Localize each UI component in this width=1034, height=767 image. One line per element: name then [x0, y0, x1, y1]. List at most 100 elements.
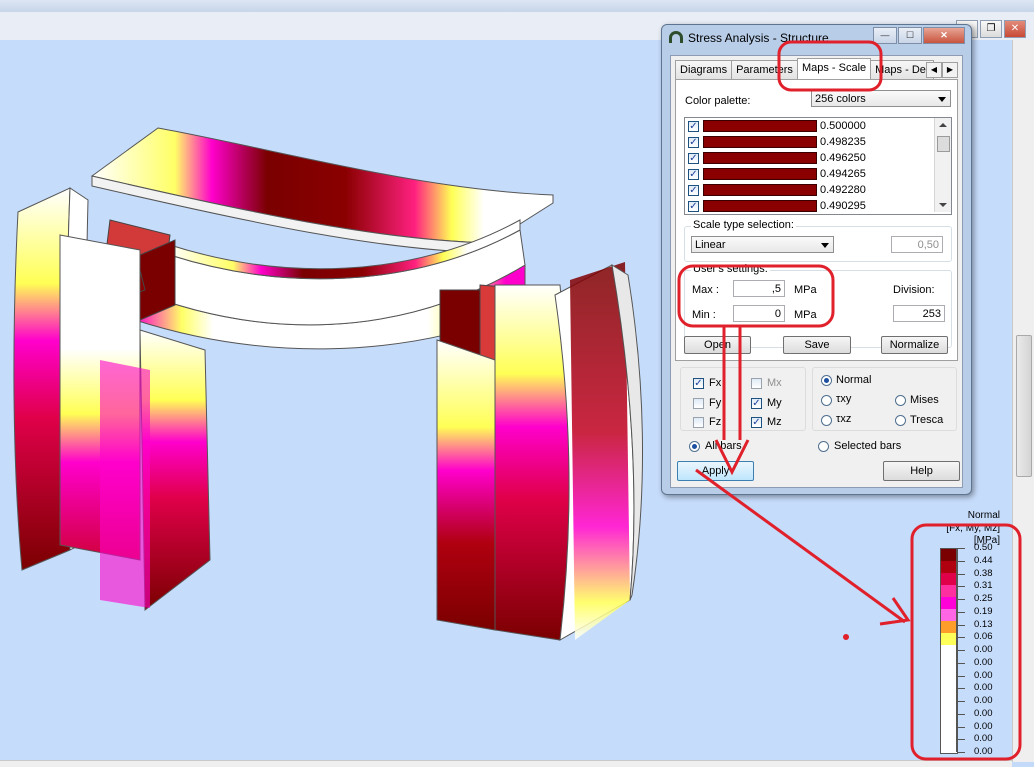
scrollbar-thumb[interactable] [1016, 335, 1032, 477]
legend-value: 0.06 [974, 631, 993, 643]
mz-label: Mz [767, 416, 782, 428]
palette-row[interactable]: ✓ 0.494265 [687, 167, 932, 182]
mx-checkbox[interactable]: ✓ [751, 378, 762, 389]
palette-scrollbar[interactable] [934, 118, 951, 212]
scroll-down-icon[interactable] [939, 203, 947, 207]
legend-value: 0.38 [974, 567, 993, 579]
fz-checkbox[interactable]: ✓ [693, 417, 704, 428]
tab-diagrams[interactable]: Diagrams [675, 60, 733, 79]
open-button[interactable]: Open [684, 336, 751, 354]
legend-value: 0.00 [974, 746, 993, 757]
tresca-label: Tresca [910, 414, 944, 426]
normalize-button[interactable]: Normalize [881, 336, 948, 354]
mises-radio[interactable] [895, 395, 906, 406]
division-label: Division: [893, 284, 935, 296]
txy-radio[interactable] [821, 395, 832, 406]
tab-parameters[interactable]: Parameters [731, 60, 798, 79]
scale-factor-input[interactable]: 0,50 [891, 236, 943, 253]
scrollbar-thumb[interactable] [937, 136, 950, 152]
palette-swatch[interactable] [703, 200, 817, 212]
legend-title: Normal [967, 510, 1000, 521]
selected-bars-radio[interactable] [818, 441, 829, 452]
palette-swatch[interactable] [703, 152, 817, 164]
minimize-icon[interactable]: — [873, 27, 897, 44]
mx-label: Mx [767, 377, 782, 389]
scale-type-group: Scale type selection: Linear 0,50 [684, 219, 952, 262]
max-input[interactable]: ,5 [733, 280, 785, 297]
txz-radio[interactable] [821, 415, 832, 426]
dialog-body: Diagrams Parameters Maps - Scale Maps - … [670, 55, 963, 488]
tab-left-arrow-icon[interactable]: ◀ [926, 62, 942, 78]
min-input[interactable]: 0 [733, 305, 785, 322]
tab-right-arrow-icon[interactable]: ▶ [942, 62, 958, 78]
legend-tick [957, 548, 965, 549]
palette-swatch[interactable] [703, 120, 817, 132]
palette-swatch[interactable] [703, 184, 817, 196]
legend-tick [957, 573, 965, 575]
legend-value: 0.00 [974, 707, 993, 719]
fx-checkbox[interactable]: ✓ [693, 378, 704, 389]
color-palette-list[interactable]: ✓ 0.500000 ✓ 0.498235 ✓ 0.496250 ✓ 0.494… [684, 117, 952, 215]
max-label: Max : [692, 284, 719, 296]
legend-tick [957, 611, 965, 613]
palette-row[interactable]: ✓ 0.498235 [687, 135, 932, 150]
tab-maps-scale[interactable]: Maps - Scale [796, 58, 872, 79]
txz-label: τxz [836, 413, 852, 425]
palette-row[interactable]: ✓ 0.492280 [687, 183, 932, 198]
maximize-icon[interactable]: ☐ [898, 27, 922, 44]
scroll-up-icon[interactable] [939, 123, 947, 127]
legend-value: 0.00 [974, 682, 993, 694]
division-input[interactable]: 253 [893, 305, 945, 322]
close-icon[interactable]: ✕ [1004, 20, 1026, 38]
apply-button[interactable]: Apply [677, 461, 754, 481]
fx-label: Fx [709, 377, 722, 389]
save-button[interactable]: Save [783, 336, 851, 354]
palette-row-checkbox[interactable]: ✓ [688, 185, 699, 196]
legend-value: 0.19 [974, 605, 993, 617]
palette-row[interactable]: ✓ 0.490295 [687, 199, 932, 214]
palette-row[interactable]: ✓ 0.500000 [687, 119, 932, 134]
legend-tick [957, 624, 965, 626]
legend-value: 0.00 [974, 720, 993, 732]
viewport-vertical-scrollbar[interactable] [1012, 40, 1034, 762]
palette-row[interactable]: ✓ 0.496250 [687, 151, 932, 166]
normal-label: Normal [836, 374, 872, 386]
legend-tick [957, 688, 965, 690]
mz-checkbox[interactable]: ✓ [751, 417, 762, 428]
close-icon[interactable]: ✕ [923, 27, 965, 44]
fy-checkbox[interactable]: ✓ [693, 398, 704, 409]
scale-type-select[interactable]: Linear [691, 236, 834, 253]
legend-value: 0.00 [974, 733, 993, 745]
all-bars-label: All bars [705, 440, 742, 452]
normal-radio[interactable] [821, 375, 832, 386]
legend-tick [957, 637, 965, 639]
min-label: Min : [692, 309, 716, 321]
palette-swatch[interactable] [703, 168, 817, 180]
stress-analysis-dialog: Stress Analysis - Structure — ☐ ✕ Diagra… [661, 24, 972, 495]
palette-swatch[interactable] [703, 136, 817, 148]
palette-row-checkbox[interactable]: ✓ [688, 121, 699, 132]
result-options: ✓ Fx ✓ Fy ✓ Fz ✓ Mx ✓ My ✓ Mz Normal τxy… [675, 361, 960, 483]
palette-row-checkbox[interactable]: ✓ [688, 137, 699, 148]
all-bars-radio[interactable] [689, 441, 700, 452]
legend-tick [957, 675, 965, 677]
my-label: My [767, 397, 782, 409]
palette-row-checkbox[interactable]: ✓ [688, 153, 699, 164]
color-palette-value: 256 colors [815, 93, 866, 105]
palette-row-checkbox[interactable]: ✓ [688, 201, 699, 212]
fy-label: Fy [709, 397, 722, 409]
dialog-controls: — ☐ ✕ [873, 27, 965, 44]
palette-row-checkbox[interactable]: ✓ [688, 169, 699, 180]
tab-maps-def[interactable]: Maps - Def [870, 60, 934, 79]
color-palette-select[interactable]: 256 colors [811, 90, 951, 107]
stress-legend: Normal [Fx, My, Mz] [MPa] 0.50 0.44 0.38 0.… [918, 508, 1000, 758]
restore-icon[interactable]: ❐ [980, 20, 1002, 38]
max-unit: MPa [794, 284, 817, 296]
tab-strip: Diagrams Parameters Maps - Scale Maps - … [675, 58, 934, 80]
legend-tick [957, 713, 965, 715]
help-button[interactable]: Help [883, 461, 960, 481]
legend-subtitle: [Fx, My, Mz] [946, 523, 1000, 534]
viewport-horizontal-scrollbar[interactable] [0, 760, 1012, 767]
tresca-radio[interactable] [895, 415, 906, 426]
my-checkbox[interactable]: ✓ [751, 398, 762, 409]
